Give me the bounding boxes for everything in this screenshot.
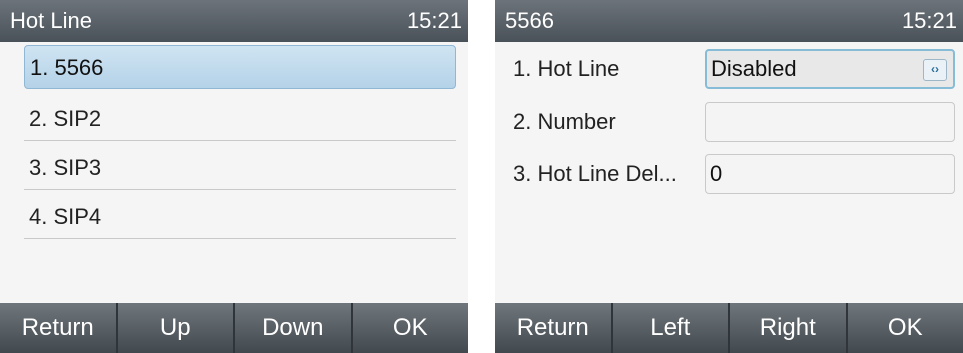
list-item-sip2[interactable]: 2. SIP2 [24, 97, 456, 141]
hotline-settings-screen: 5566 15:21 1. Hot Line Disabled ‹› 2. Nu… [495, 0, 963, 353]
softkey-bar: Return Up Down OK [0, 303, 468, 353]
list-item-sip4[interactable]: 4. SIP4 [24, 195, 456, 239]
ok-softkey[interactable]: OK [848, 303, 963, 353]
hotline-account-screen: Hot Line 15:21 1. 5566 2. SIP2 3. SIP3 4… [0, 0, 468, 353]
title-bar: 5566 15:21 [495, 0, 963, 42]
left-right-arrows-icon[interactable]: ‹› [923, 59, 947, 81]
down-softkey[interactable]: Down [235, 303, 353, 353]
hot-line-label: 1. Hot Line [513, 56, 620, 81]
hot-line-delay-input[interactable]: 0 [705, 154, 955, 194]
hot-line-delay-label: 3. Hot Line Del... [513, 161, 677, 186]
screen-title: Hot Line [10, 8, 92, 33]
list-item-sip3[interactable]: 3. SIP3 [24, 146, 456, 190]
hot-line-value: Disabled [711, 56, 797, 81]
softkey-bar: Return Left Right OK [495, 303, 963, 353]
clock: 15:21 [901, 8, 957, 33]
left-softkey[interactable]: Left [613, 303, 730, 353]
hot-line-select[interactable]: Disabled ‹› [705, 49, 955, 89]
up-softkey[interactable]: Up [118, 303, 235, 353]
list-item-5566[interactable]: 1. 5566 [24, 45, 456, 89]
settings-form: 1. Hot Line Disabled ‹› 2. Number 3. Hot… [495, 42, 963, 302]
number-input[interactable] [705, 102, 955, 142]
screen-title: 5566 [505, 8, 554, 33]
ok-softkey[interactable]: OK [353, 303, 469, 353]
return-softkey[interactable]: Return [495, 303, 613, 353]
account-list: 1. 5566 2. SIP2 3. SIP3 4. SIP4 [0, 42, 468, 302]
clock: 15:21 [406, 8, 462, 33]
return-softkey[interactable]: Return [0, 303, 118, 353]
number-label: 2. Number [513, 109, 616, 134]
right-softkey[interactable]: Right [730, 303, 848, 353]
title-bar: Hot Line 15:21 [0, 0, 468, 42]
